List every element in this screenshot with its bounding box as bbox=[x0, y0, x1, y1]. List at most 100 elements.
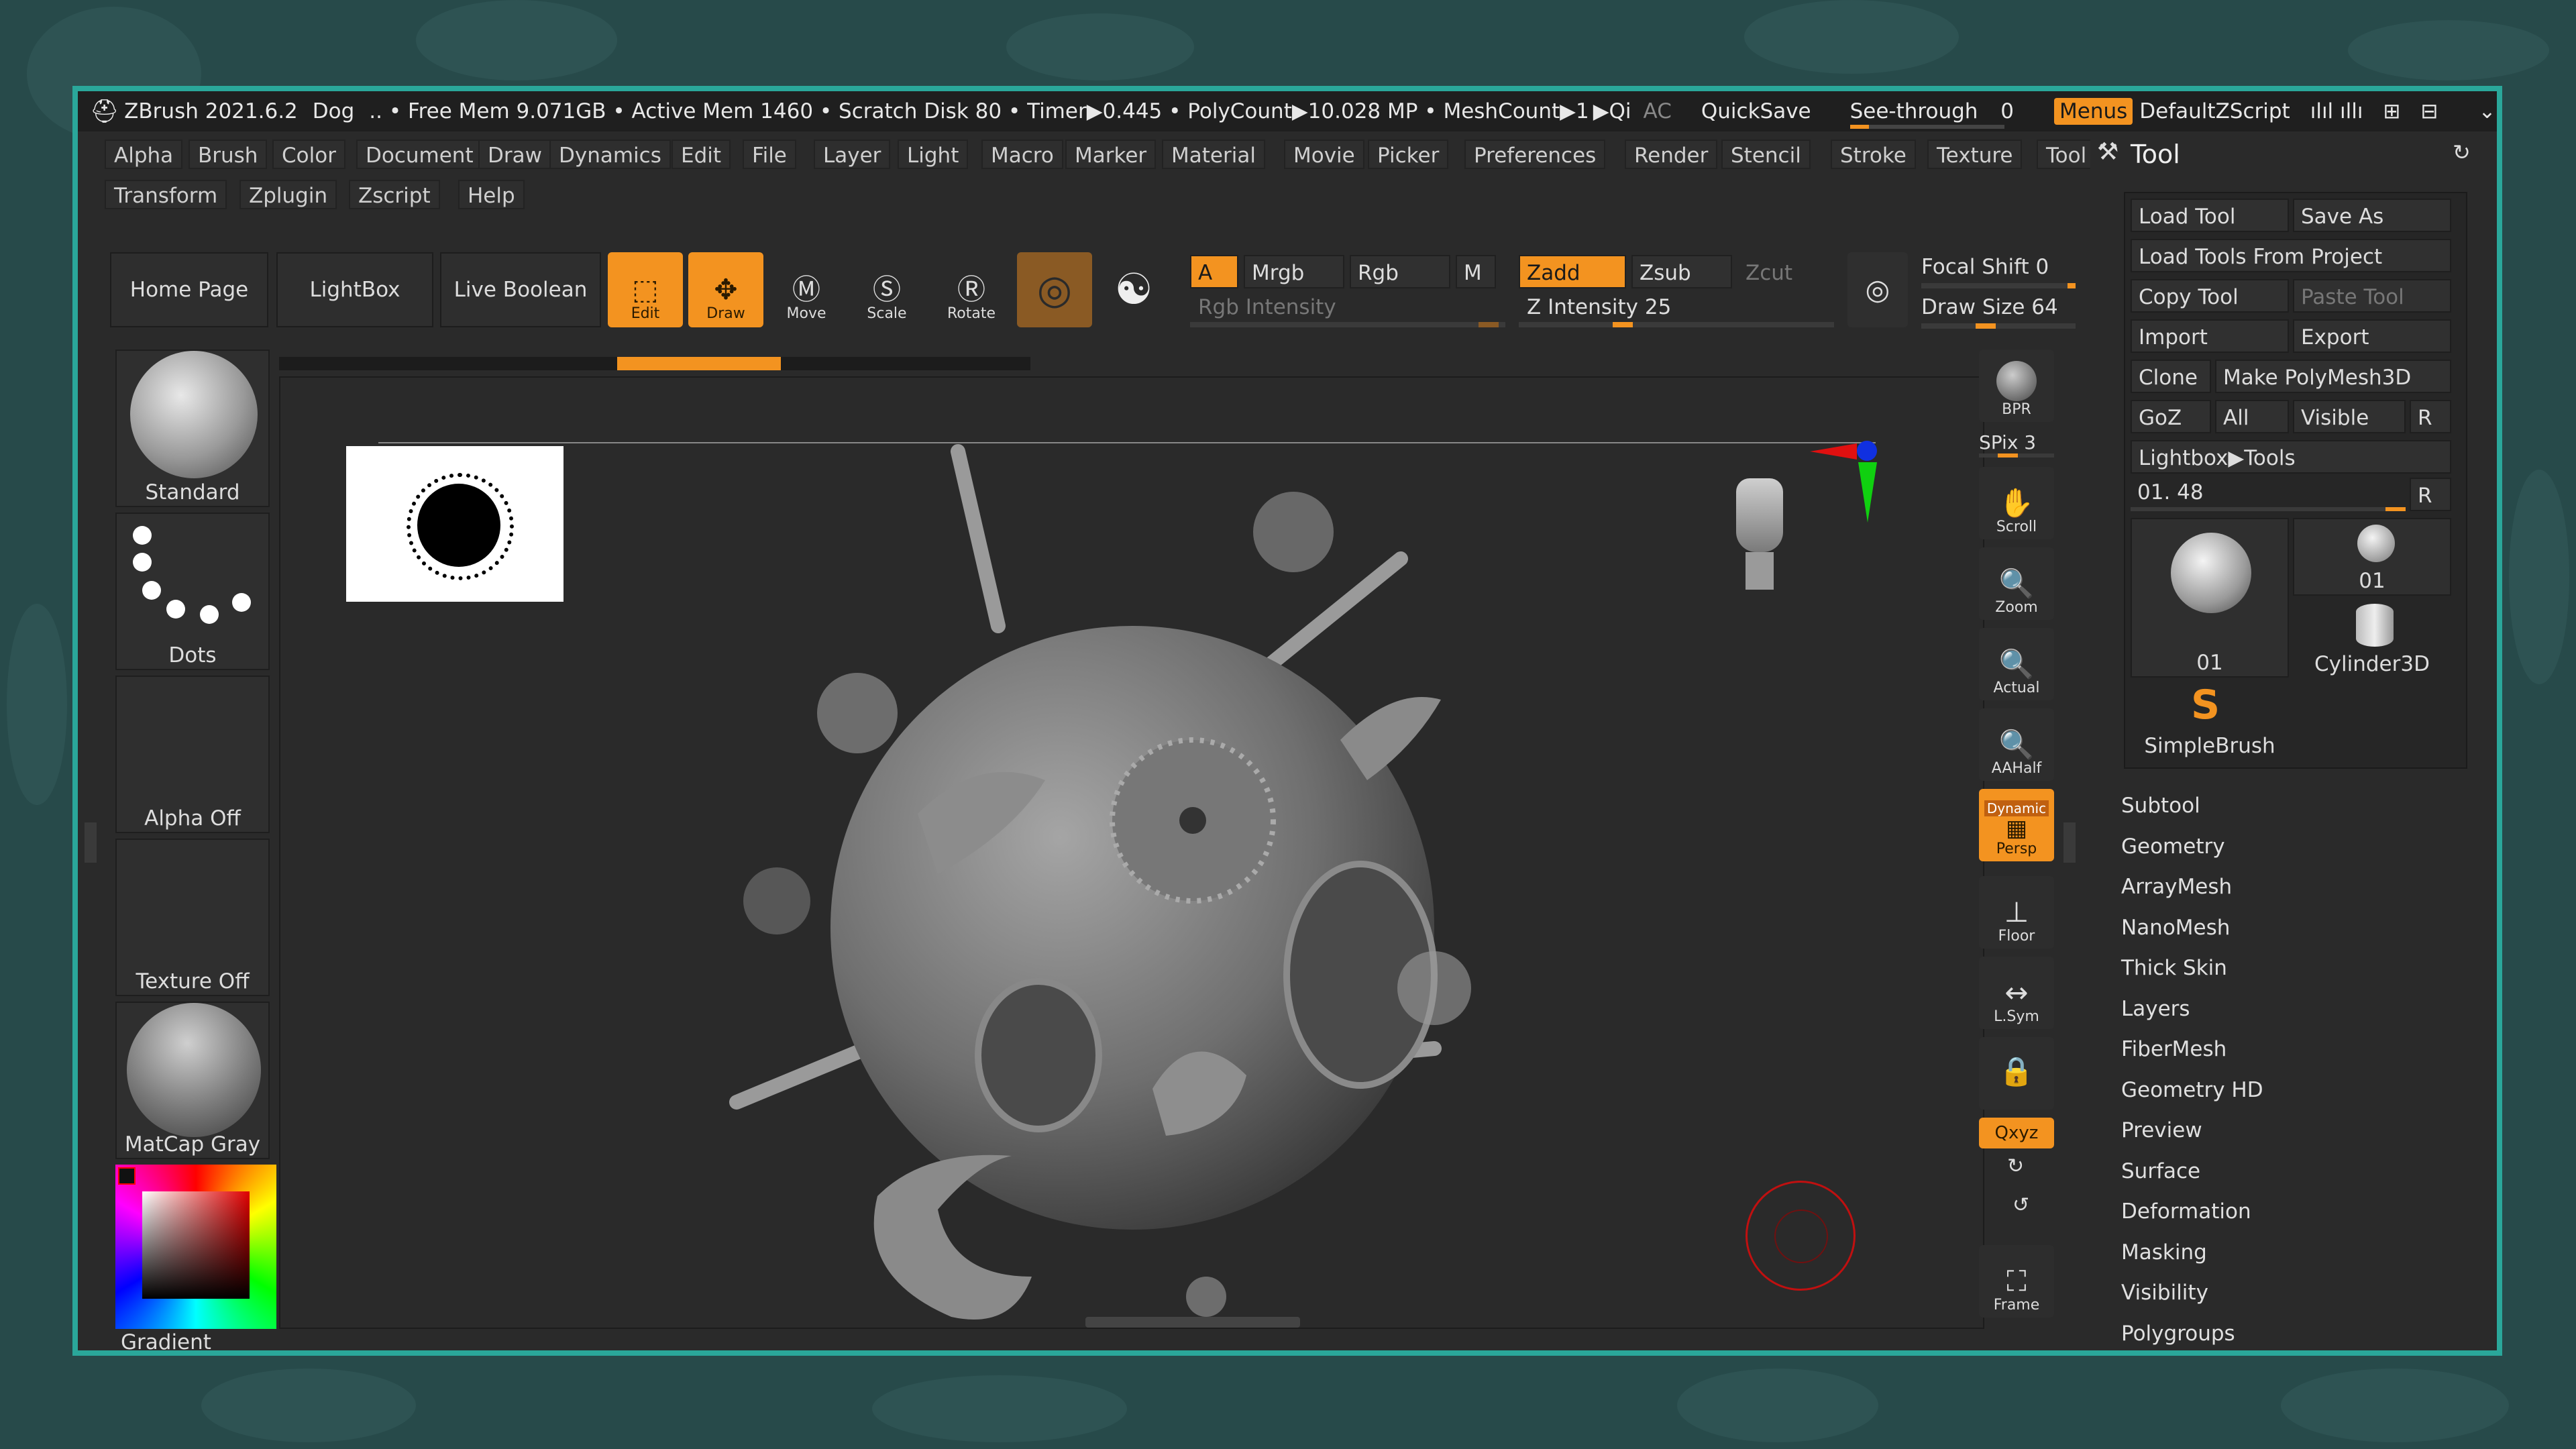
spix-slider[interactable]: SPix 3 bbox=[1979, 431, 2054, 458]
lock-button[interactable]: 🔒 bbox=[1979, 1037, 2054, 1110]
menu-draw[interactable]: Draw bbox=[478, 140, 551, 169]
zsub-toggle[interactable]: Zsub bbox=[1631, 255, 1732, 288]
menu-layer[interactable]: Layer bbox=[814, 140, 891, 169]
menu-help[interactable]: Help bbox=[458, 180, 525, 209]
subpalette-surface[interactable]: Surface bbox=[2121, 1155, 2200, 1188]
minimize-icon[interactable]: ⌄ bbox=[2478, 99, 2496, 123]
subpalette-polygroups[interactable]: Polygroups bbox=[2121, 1317, 2235, 1350]
goz-all-button[interactable]: All bbox=[2215, 400, 2289, 433]
make-polymesh3d-button[interactable]: Make PolyMesh3D bbox=[2215, 360, 2451, 393]
zadd-toggle[interactable]: Zadd bbox=[1519, 255, 1626, 288]
tool-thumb-small[interactable]: 01 bbox=[2293, 518, 2451, 596]
z-intensity-slider[interactable]: Z Intensity 25 bbox=[1519, 292, 1834, 327]
rgb-toggle[interactable]: Rgb bbox=[1350, 255, 1450, 288]
zcut-toggle[interactable]: Zcut bbox=[1737, 255, 1825, 288]
live-boolean-button[interactable]: Live Boolean bbox=[440, 252, 601, 327]
menu-picker[interactable]: Picker bbox=[1368, 140, 1449, 169]
axis-gizmo[interactable] bbox=[1810, 438, 1884, 539]
current-tool-thumbnail[interactable]: 01 bbox=[2131, 518, 2289, 678]
default-zscript-button[interactable]: DefaultZScript bbox=[2139, 99, 2290, 123]
navigator-thumbnail[interactable] bbox=[346, 446, 564, 602]
cylinder3d-tool[interactable]: Cylinder3D bbox=[2293, 600, 2451, 678]
primary-color-swatch[interactable] bbox=[118, 1167, 136, 1185]
menu-material[interactable]: Material bbox=[1162, 140, 1265, 169]
tool-index-slider[interactable]: 01. 48 bbox=[2131, 478, 2406, 511]
z-rotate-icon[interactable]: ↺ bbox=[2012, 1193, 2029, 1217]
paste-tool-button[interactable]: Paste Tool bbox=[2293, 279, 2451, 313]
subpalette-masking[interactable]: Masking bbox=[2121, 1236, 2207, 1269]
layout-preset-icon[interactable]: ⊞ bbox=[2383, 99, 2400, 123]
home-page-button[interactable]: Home Page bbox=[110, 252, 268, 327]
lightbox-button[interactable]: LightBox bbox=[276, 252, 433, 327]
seethrough-slider[interactable]: See-through 0 bbox=[1849, 99, 2014, 129]
subpalette-fibermesh[interactable]: FiberMesh bbox=[2121, 1032, 2226, 1066]
frame-button[interactable]: ⛶ Frame bbox=[1979, 1245, 2054, 1318]
menu-document[interactable]: Document bbox=[356, 140, 483, 169]
local-symmetry-button[interactable]: ↔ L.Sym bbox=[1979, 957, 2054, 1029]
zoom-button[interactable]: 🔍 Zoom bbox=[1979, 547, 2054, 620]
move-mode-button[interactable]: Ⓜ Move bbox=[769, 252, 844, 327]
quicksave-button[interactable]: QuickSave bbox=[1701, 99, 1811, 123]
copy-tool-button[interactable]: Copy Tool bbox=[2131, 279, 2289, 313]
lightbox-tools-button[interactable]: Lightbox▶Tools bbox=[2131, 440, 2451, 474]
layout-toggle-icon[interactable]: ılıl ıllı bbox=[2310, 99, 2363, 123]
load-tool-button[interactable]: Load Tool bbox=[2131, 199, 2289, 232]
menu-tool[interactable]: Tool bbox=[2037, 140, 2096, 169]
menu-texture[interactable]: Texture bbox=[1927, 140, 2023, 169]
y-rotate-icon[interactable]: ↻ bbox=[2007, 1155, 2024, 1178]
subpalette-layers[interactable]: Layers bbox=[2121, 992, 2190, 1026]
simplebrush-tool[interactable]: S SimpleBrush bbox=[2131, 682, 2289, 759]
gradient-label[interactable]: Gradient bbox=[121, 1330, 211, 1350]
tool-index-r-button[interactable]: R bbox=[2410, 478, 2451, 511]
tool-palette-title[interactable]: Tool bbox=[2131, 140, 2180, 169]
palette-reset-icon[interactable]: ↻ bbox=[2453, 140, 2471, 165]
focal-shift-slider[interactable]: Focal Shift 0 bbox=[1921, 252, 2082, 290]
draw-mode-button[interactable]: ✥ Draw bbox=[688, 252, 763, 327]
subpalette-nanomesh[interactable]: NanoMesh bbox=[2121, 911, 2230, 945]
zbrush-logo-icon[interactable]: ⛑ bbox=[90, 98, 119, 125]
bottom-tray-handle[interactable] bbox=[1085, 1317, 1300, 1328]
color-square[interactable] bbox=[142, 1191, 250, 1299]
stroke-selector[interactable]: Dots bbox=[115, 513, 270, 670]
menu-marker[interactable]: Marker bbox=[1065, 140, 1157, 169]
menus-toggle-button[interactable]: Menus bbox=[2054, 98, 2133, 125]
goz-r-button[interactable]: R bbox=[2410, 400, 2451, 433]
subpalette-thick-skin[interactable]: Thick Skin bbox=[2121, 951, 2227, 985]
floor-button[interactable]: ⊥ Floor bbox=[1979, 876, 2054, 949]
subpalette-preview[interactable]: Preview bbox=[2121, 1114, 2202, 1147]
menu-stencil[interactable]: Stencil bbox=[1721, 140, 1811, 169]
color-picker[interactable] bbox=[115, 1165, 276, 1329]
left-tray-collapse-handle[interactable] bbox=[85, 822, 97, 863]
menu-alpha[interactable]: Alpha bbox=[105, 140, 183, 169]
menu-light[interactable]: Light bbox=[898, 140, 969, 169]
document-canvas[interactable] bbox=[279, 376, 1984, 1329]
export-button[interactable]: Export bbox=[2293, 319, 2451, 353]
xyz-rotate-button[interactable]: Qxyz bbox=[1979, 1118, 2054, 1148]
save-as-button[interactable]: Save As bbox=[2293, 199, 2451, 232]
menu-preferences[interactable]: Preferences bbox=[1464, 140, 1606, 169]
subpalette-subtool[interactable]: Subtool bbox=[2121, 789, 2200, 822]
aahalf-button[interactable]: 🔍 AAHalf bbox=[1979, 708, 2054, 781]
lazy-mouse-button[interactable]: ◎ bbox=[1847, 252, 1908, 327]
rgb-intensity-slider[interactable]: Rgb Intensity bbox=[1190, 292, 1505, 327]
m-toggle[interactable]: M bbox=[1456, 255, 1496, 288]
subpalette-deformation[interactable]: Deformation bbox=[2121, 1195, 2251, 1228]
menu-stroke[interactable]: Stroke bbox=[1831, 140, 1916, 169]
clone-button[interactable]: Clone bbox=[2131, 360, 2211, 393]
actual-button[interactable]: 🔍 Actual bbox=[1979, 628, 2054, 700]
menu-color[interactable]: Color bbox=[272, 140, 345, 169]
right-tray-collapse-handle[interactable] bbox=[2063, 822, 2076, 863]
menu-movie[interactable]: Movie bbox=[1284, 140, 1364, 169]
goz-button[interactable]: GoZ bbox=[2131, 400, 2211, 433]
polypaint-material-button[interactable]: ◎ bbox=[1017, 252, 1092, 327]
goz-visible-button[interactable]: Visible bbox=[2293, 400, 2406, 433]
menu-zplugin[interactable]: Zplugin bbox=[239, 180, 337, 209]
polypaint-texture-button[interactable]: ☯ bbox=[1096, 252, 1171, 327]
rotate-mode-button[interactable]: Ⓡ Rotate bbox=[934, 252, 1009, 327]
menu-transform[interactable]: Transform bbox=[105, 180, 227, 209]
menu-dynamics[interactable]: Dynamics bbox=[549, 140, 671, 169]
menu-render[interactable]: Render bbox=[1625, 140, 1718, 169]
menu-brush[interactable]: Brush bbox=[189, 140, 268, 169]
menu-macro[interactable]: Macro bbox=[981, 140, 1063, 169]
subpalette-visibility[interactable]: Visibility bbox=[2121, 1276, 2208, 1309]
